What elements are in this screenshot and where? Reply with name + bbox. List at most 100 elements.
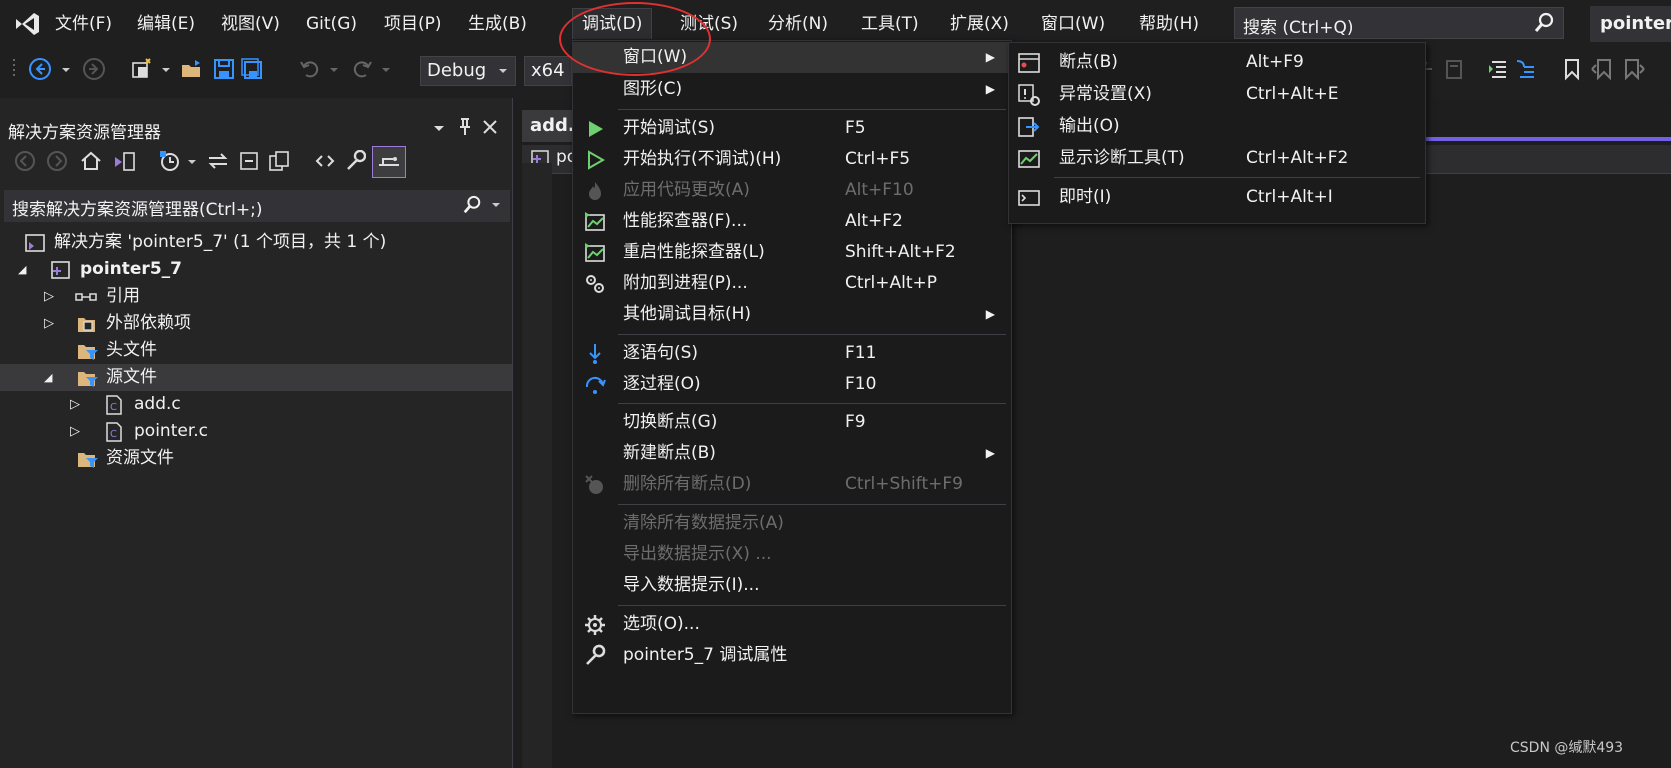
view-code-icon[interactable] <box>314 150 336 172</box>
menu-item-relaunch-profiler[interactable]: 重启性能探查器(L) Shift+Alt+F2 <box>573 237 1009 268</box>
save-icon[interactable] <box>212 57 236 81</box>
filter-folder-icon <box>76 340 100 362</box>
sync-active-document-icon[interactable] <box>206 150 230 172</box>
menu-item-step-over[interactable]: 逐过程(O) F10 <box>573 369 1009 400</box>
menu-window[interactable]: 窗口(W) <box>1032 9 1114 39</box>
submenu-arrow-icon: ▶ <box>985 307 995 321</box>
menu-item-attach-to-process[interactable]: 附加到进程(P)... Ctrl+Alt+P <box>573 268 1009 299</box>
tree-item-pointer-c[interactable]: ▷ C pointer.c <box>0 418 512 445</box>
bookmark-next-icon[interactable] <box>1622 57 1646 81</box>
open-folder-icon[interactable] <box>180 57 204 81</box>
menu-item-start-debugging[interactable]: 开始调试(S) F5 <box>573 113 1009 144</box>
menu-git[interactable]: Git(G) <box>297 9 366 39</box>
menu-help[interactable]: 帮助(H) <box>1130 9 1208 39</box>
close-icon[interactable] <box>480 116 500 138</box>
menu-item-new-breakpoint[interactable]: 新建断点(B) ▶ <box>573 438 1009 469</box>
toolbar-icon-b[interactable] <box>1442 57 1466 81</box>
step-into-icon <box>583 342 607 366</box>
undo-icon[interactable] <box>298 57 322 81</box>
back-icon[interactable] <box>14 150 36 172</box>
menu-item-other-debug-targets[interactable]: 其他调试目标(H) ▶ <box>573 299 1009 330</box>
immediate-window-icon <box>1017 186 1041 210</box>
global-search-input[interactable]: 搜索 (Ctrl+Q) <box>1234 7 1564 39</box>
uncomment-lines-icon[interactable] <box>1514 57 1538 81</box>
menu-extensions[interactable]: 扩展(X) <box>941 9 1018 39</box>
chevron-down-icon[interactable] <box>160 57 172 81</box>
chevron-down-icon[interactable] <box>380 57 392 81</box>
watermark: CSDN @缄默493 <box>1510 740 1624 756</box>
submenu-item-diagnostic-tools[interactable]: 显示诊断工具(T) Ctrl+Alt+F2 <box>1009 142 1423 174</box>
menu-item-options[interactable]: 选项(O)... <box>573 609 1009 640</box>
menu-item-toggle-breakpoint[interactable]: 切换断点(G) F9 <box>573 407 1009 438</box>
new-project-icon[interactable] <box>130 57 154 81</box>
tree-item-header-files[interactable]: 头文件 <box>0 337 512 364</box>
menu-file[interactable]: 文件(F) <box>46 9 121 39</box>
chevron-down-icon[interactable] <box>490 195 502 215</box>
menu-view[interactable]: 视图(V) <box>212 9 289 39</box>
menu-analyze[interactable]: 分析(N) <box>759 9 837 39</box>
preview-selected-items-button[interactable] <box>372 146 406 178</box>
tree-item-resource-files[interactable]: 资源文件 <box>0 445 512 472</box>
collapse-all-icon[interactable] <box>238 150 260 172</box>
chevron-down-icon[interactable] <box>328 57 340 81</box>
tree-item-add-c[interactable]: ▷ C add.c <box>0 391 512 418</box>
chevron-down-icon[interactable] <box>186 152 198 172</box>
bookmark-icon[interactable] <box>1560 57 1584 81</box>
collapsed-triangle-icon[interactable]: ▷ <box>70 391 80 418</box>
navigate-forward-icon[interactable] <box>82 57 106 81</box>
menu-tools[interactable]: 工具(T) <box>852 9 928 39</box>
solution-platform-select[interactable]: x64 <box>524 56 572 86</box>
expanded-triangle-icon[interactable]: ◢ <box>44 364 52 391</box>
menu-project[interactable]: 项目(P) <box>375 9 451 39</box>
menu-item-clear-all-datatips: 清除所有数据提示(A) <box>623 513 784 533</box>
menu-item-performance-profiler[interactable]: 性能探查器(F)... Alt+F2 <box>573 206 1009 237</box>
submenu-item-breakpoints[interactable]: 断点(B) Alt+F9 <box>1009 46 1423 78</box>
delete-breakpoints-icon <box>583 473 607 497</box>
collapsed-triangle-icon[interactable]: ▷ <box>70 418 80 445</box>
comment-lines-icon[interactable] <box>1486 57 1510 81</box>
bookmark-prev-icon[interactable] <box>1590 57 1614 81</box>
redo-icon[interactable] <box>350 57 374 81</box>
forward-icon[interactable] <box>46 150 68 172</box>
expanded-triangle-icon[interactable]: ◢ <box>18 256 26 283</box>
menu-item-import-datatips[interactable]: 导入数据提示(I)... <box>573 570 1009 601</box>
visual-studio-logo-icon[interactable] <box>12 10 42 38</box>
menu-item-step-into[interactable]: 逐语句(S) F11 <box>573 338 1009 369</box>
menu-item-graphics[interactable]: 图形(C) ▶ <box>573 74 1009 105</box>
tree-item-solution[interactable]: 解决方案 'pointer5_7' (1 个项目，共 1 个) <box>0 229 512 256</box>
panel-options-dropdown-icon[interactable] <box>432 118 446 138</box>
menu-item-apply-code-changes: 应用代码更改(A) Alt+F10 <box>573 175 1009 206</box>
pending-changes-filter-icon[interactable] <box>158 150 182 172</box>
tree-item-source-files[interactable]: ◢ 源文件 <box>0 364 512 391</box>
solution-explorer-search-input[interactable]: 搜索解决方案资源管理器(Ctrl+;) <box>4 190 510 222</box>
performance-chart-icon <box>583 210 607 234</box>
menu-item-debug-properties[interactable]: pointer5_7 调试属性 <box>573 640 1009 671</box>
gear-icon <box>583 613 607 637</box>
menu-item-delete-all-breakpoints: 删除所有断点(D) Ctrl+Shift+F9 <box>573 469 1009 500</box>
menu-item-start-without-debugging[interactable]: 开始执行(不调试)(H) Ctrl+F5 <box>573 144 1009 175</box>
submenu-item-immediate[interactable]: 即时(I) Ctrl+Alt+I <box>1009 181 1423 213</box>
tree-item-project[interactable]: ◢ pointer5_7 <box>0 256 512 283</box>
tree-item-references[interactable]: ▷ 引用 <box>0 283 512 310</box>
project-title-badge[interactable]: pointer5 <box>1590 6 1671 42</box>
collapsed-triangle-icon[interactable]: ▷ <box>44 283 54 310</box>
switch-views-icon[interactable] <box>112 150 136 172</box>
tree-item-external-deps[interactable]: ▷ 外部依赖项 <box>0 310 512 337</box>
menu-build[interactable]: 生成(B) <box>459 9 536 39</box>
solution-configuration-select[interactable]: Debug <box>420 56 516 86</box>
pin-icon[interactable] <box>456 116 474 138</box>
toolbar-grip-icon[interactable] <box>12 57 20 81</box>
submenu-item-exception-settings[interactable]: 异常设置(X) Ctrl+Alt+E <box>1009 78 1423 110</box>
navigate-back-icon[interactable] <box>28 57 52 81</box>
svg-text:C: C <box>110 429 117 440</box>
home-icon[interactable] <box>80 150 102 172</box>
chevron-down-icon[interactable] <box>60 57 72 81</box>
properties-wrench-icon[interactable] <box>344 150 366 172</box>
c-file-icon: C <box>104 421 124 443</box>
save-all-icon[interactable] <box>240 57 264 81</box>
show-all-files-icon[interactable] <box>268 150 292 172</box>
menu-edit[interactable]: 编辑(E) <box>128 9 204 39</box>
wrench-icon <box>583 644 607 668</box>
submenu-item-output[interactable]: 输出(O) <box>1009 110 1423 142</box>
collapsed-triangle-icon[interactable]: ▷ <box>44 310 54 337</box>
